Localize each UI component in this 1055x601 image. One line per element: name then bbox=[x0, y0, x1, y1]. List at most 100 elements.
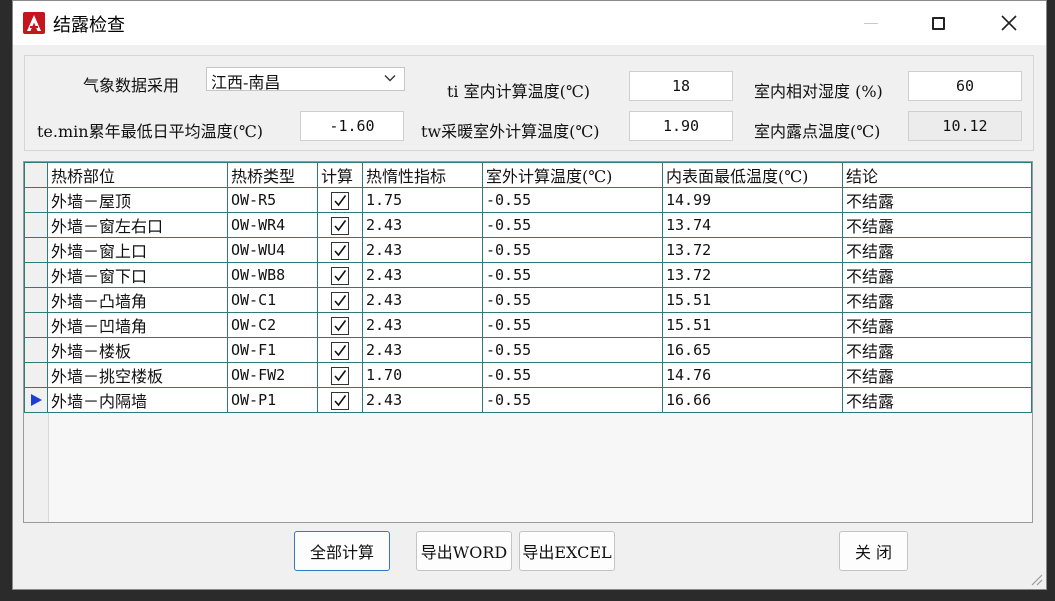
column-header-result[interactable]: 结论 bbox=[842, 162, 1032, 188]
cell-outdoor-temp[interactable]: -0.55 bbox=[482, 387, 663, 413]
cell-inner-min-temp[interactable]: 13.74 bbox=[662, 212, 843, 238]
cell-inertia[interactable]: 2.43 bbox=[362, 212, 483, 238]
table-row[interactable]: 外墙－楼板 OW-F1 2.43 -0.55 16.65 不结露 bbox=[24, 337, 1032, 363]
cell-result[interactable]: 不结露 bbox=[842, 362, 1032, 388]
column-header-outdoor-temp[interactable]: 室外计算温度(℃) bbox=[482, 162, 663, 188]
cell-outdoor-temp[interactable]: -0.55 bbox=[482, 262, 663, 288]
cell-inertia[interactable]: 2.43 bbox=[362, 312, 483, 338]
cell-type[interactable]: OW-WU4 bbox=[227, 237, 318, 263]
cell-part[interactable]: 外墙－内隔墙 bbox=[47, 387, 228, 413]
cell-calc[interactable] bbox=[317, 237, 363, 263]
row-header-cell[interactable] bbox=[24, 237, 48, 263]
cell-inner-min-temp[interactable]: 14.76 bbox=[662, 362, 843, 388]
cell-calc[interactable] bbox=[317, 187, 363, 213]
row-header-cell[interactable] bbox=[24, 337, 48, 363]
cell-inner-min-temp[interactable]: 16.66 bbox=[662, 387, 843, 413]
cell-inner-min-temp[interactable]: 16.65 bbox=[662, 337, 843, 363]
maximize-button[interactable] bbox=[915, 1, 961, 45]
cell-part[interactable]: 外墙－凹墙角 bbox=[47, 312, 228, 338]
table-row[interactable]: 外墙－凹墙角 OW-C2 2.43 -0.55 15.51 不结露 bbox=[24, 312, 1032, 338]
table-row[interactable]: 外墙－屋顶 OW-R5 1.75 -0.55 14.99 不结露 bbox=[24, 187, 1032, 213]
export-excel-button[interactable]: 导出EXCEL bbox=[519, 531, 615, 571]
cell-inner-min-temp[interactable]: 15.51 bbox=[662, 312, 843, 338]
cell-part[interactable]: 外墙－楼板 bbox=[47, 337, 228, 363]
cell-type[interactable]: OW-R5 bbox=[227, 187, 318, 213]
minimize-button[interactable] bbox=[848, 1, 894, 45]
cell-inertia[interactable]: 2.43 bbox=[362, 262, 483, 288]
cell-outdoor-temp[interactable]: -0.55 bbox=[482, 312, 663, 338]
cell-part[interactable]: 外墙－窗下口 bbox=[47, 262, 228, 288]
calc-checkbox[interactable] bbox=[331, 341, 349, 360]
cell-inner-min-temp[interactable]: 14.99 bbox=[662, 187, 843, 213]
cell-calc[interactable] bbox=[317, 287, 363, 313]
cell-result[interactable]: 不结露 bbox=[842, 187, 1032, 213]
cell-outdoor-temp[interactable]: -0.55 bbox=[482, 237, 663, 263]
table-row[interactable]: 外墙－挑空楼板 OW-FW2 1.70 -0.55 14.76 不结露 bbox=[24, 362, 1032, 388]
relative-humidity-input[interactable]: 60 bbox=[908, 71, 1022, 101]
resize-grip-icon[interactable] bbox=[1029, 572, 1043, 586]
cell-inner-min-temp[interactable]: 13.72 bbox=[662, 262, 843, 288]
cell-calc[interactable] bbox=[317, 387, 363, 413]
calculate-all-button[interactable]: 全部计算 bbox=[294, 531, 390, 571]
cell-part[interactable]: 外墙－屋顶 bbox=[47, 187, 228, 213]
cell-part[interactable]: 外墙－窗上口 bbox=[47, 237, 228, 263]
cell-type[interactable]: OW-P1 bbox=[227, 387, 318, 413]
tw-input[interactable]: 1.90 bbox=[629, 111, 733, 141]
cell-part[interactable]: 外墙－凸墙角 bbox=[47, 287, 228, 313]
row-header-cell[interactable] bbox=[24, 312, 48, 338]
table-row[interactable]: 外墙－窗上口 OW-WU4 2.43 -0.55 13.72 不结露 bbox=[24, 237, 1032, 263]
cell-calc[interactable] bbox=[317, 337, 363, 363]
calc-checkbox[interactable] bbox=[331, 316, 349, 335]
calc-checkbox[interactable] bbox=[331, 291, 349, 310]
cell-type[interactable]: OW-F1 bbox=[227, 337, 318, 363]
calc-checkbox[interactable] bbox=[331, 391, 349, 410]
column-header-inertia[interactable]: 热惰性指标 bbox=[362, 162, 483, 188]
cell-type[interactable]: OW-C1 bbox=[227, 287, 318, 313]
table-row[interactable]: 外墙－凸墙角 OW-C1 2.43 -0.55 15.51 不结露 bbox=[24, 287, 1032, 313]
close-window-button[interactable] bbox=[986, 1, 1032, 45]
row-header-cell[interactable] bbox=[24, 212, 48, 238]
ti-input[interactable]: 18 bbox=[629, 71, 733, 101]
cell-result[interactable]: 不结露 bbox=[842, 312, 1032, 338]
title-bar[interactable]: 结露检查 bbox=[13, 1, 1046, 45]
cell-result[interactable]: 不结露 bbox=[842, 337, 1032, 363]
calc-checkbox[interactable] bbox=[331, 241, 349, 260]
cell-calc[interactable] bbox=[317, 262, 363, 288]
cell-result[interactable]: 不结露 bbox=[842, 387, 1032, 413]
cell-type[interactable]: OW-WB8 bbox=[227, 262, 318, 288]
column-header-type[interactable]: 热桥类型 bbox=[227, 162, 318, 188]
cell-inertia[interactable]: 2.43 bbox=[362, 387, 483, 413]
table-row[interactable]: 外墙－内隔墙 OW-P1 2.43 -0.55 16.66 不结露 bbox=[24, 387, 1032, 413]
cell-calc[interactable] bbox=[317, 362, 363, 388]
row-header-cell[interactable] bbox=[24, 362, 48, 388]
cell-type[interactable]: OW-WR4 bbox=[227, 212, 318, 238]
cell-part[interactable]: 外墙－挑空楼板 bbox=[47, 362, 228, 388]
row-header-cell[interactable] bbox=[24, 387, 48, 413]
cell-result[interactable]: 不结露 bbox=[842, 262, 1032, 288]
calc-checkbox[interactable] bbox=[331, 366, 349, 385]
table-row[interactable]: 外墙－窗左右口 OW-WR4 2.43 -0.55 13.74 不结露 bbox=[24, 212, 1032, 238]
export-word-button[interactable]: 导出WORD bbox=[416, 531, 512, 571]
cell-calc[interactable] bbox=[317, 212, 363, 238]
cell-type[interactable]: OW-FW2 bbox=[227, 362, 318, 388]
cell-outdoor-temp[interactable]: -0.55 bbox=[482, 337, 663, 363]
cell-inertia[interactable]: 2.43 bbox=[362, 337, 483, 363]
row-header-cell[interactable] bbox=[24, 287, 48, 313]
cell-result[interactable]: 不结露 bbox=[842, 237, 1032, 263]
calc-checkbox[interactable] bbox=[331, 191, 349, 210]
row-header-cell[interactable] bbox=[24, 187, 48, 213]
cell-outdoor-temp[interactable]: -0.55 bbox=[482, 212, 663, 238]
cell-part[interactable]: 外墙－窗左右口 bbox=[47, 212, 228, 238]
cell-calc[interactable] bbox=[317, 312, 363, 338]
cell-outdoor-temp[interactable]: -0.55 bbox=[482, 287, 663, 313]
cell-result[interactable]: 不结露 bbox=[842, 212, 1032, 238]
cell-outdoor-temp[interactable]: -0.55 bbox=[482, 362, 663, 388]
cell-inner-min-temp[interactable]: 15.51 bbox=[662, 287, 843, 313]
weather-data-select[interactable]: 江西-南昌 bbox=[206, 67, 405, 92]
temin-input[interactable]: -1.60 bbox=[300, 111, 404, 141]
cell-inertia[interactable]: 1.75 bbox=[362, 187, 483, 213]
cell-inertia[interactable]: 2.43 bbox=[362, 287, 483, 313]
cell-outdoor-temp[interactable]: -0.55 bbox=[482, 187, 663, 213]
calc-checkbox[interactable] bbox=[331, 216, 349, 235]
column-header-inner-min-temp[interactable]: 内表面最低温度(℃) bbox=[662, 162, 843, 188]
